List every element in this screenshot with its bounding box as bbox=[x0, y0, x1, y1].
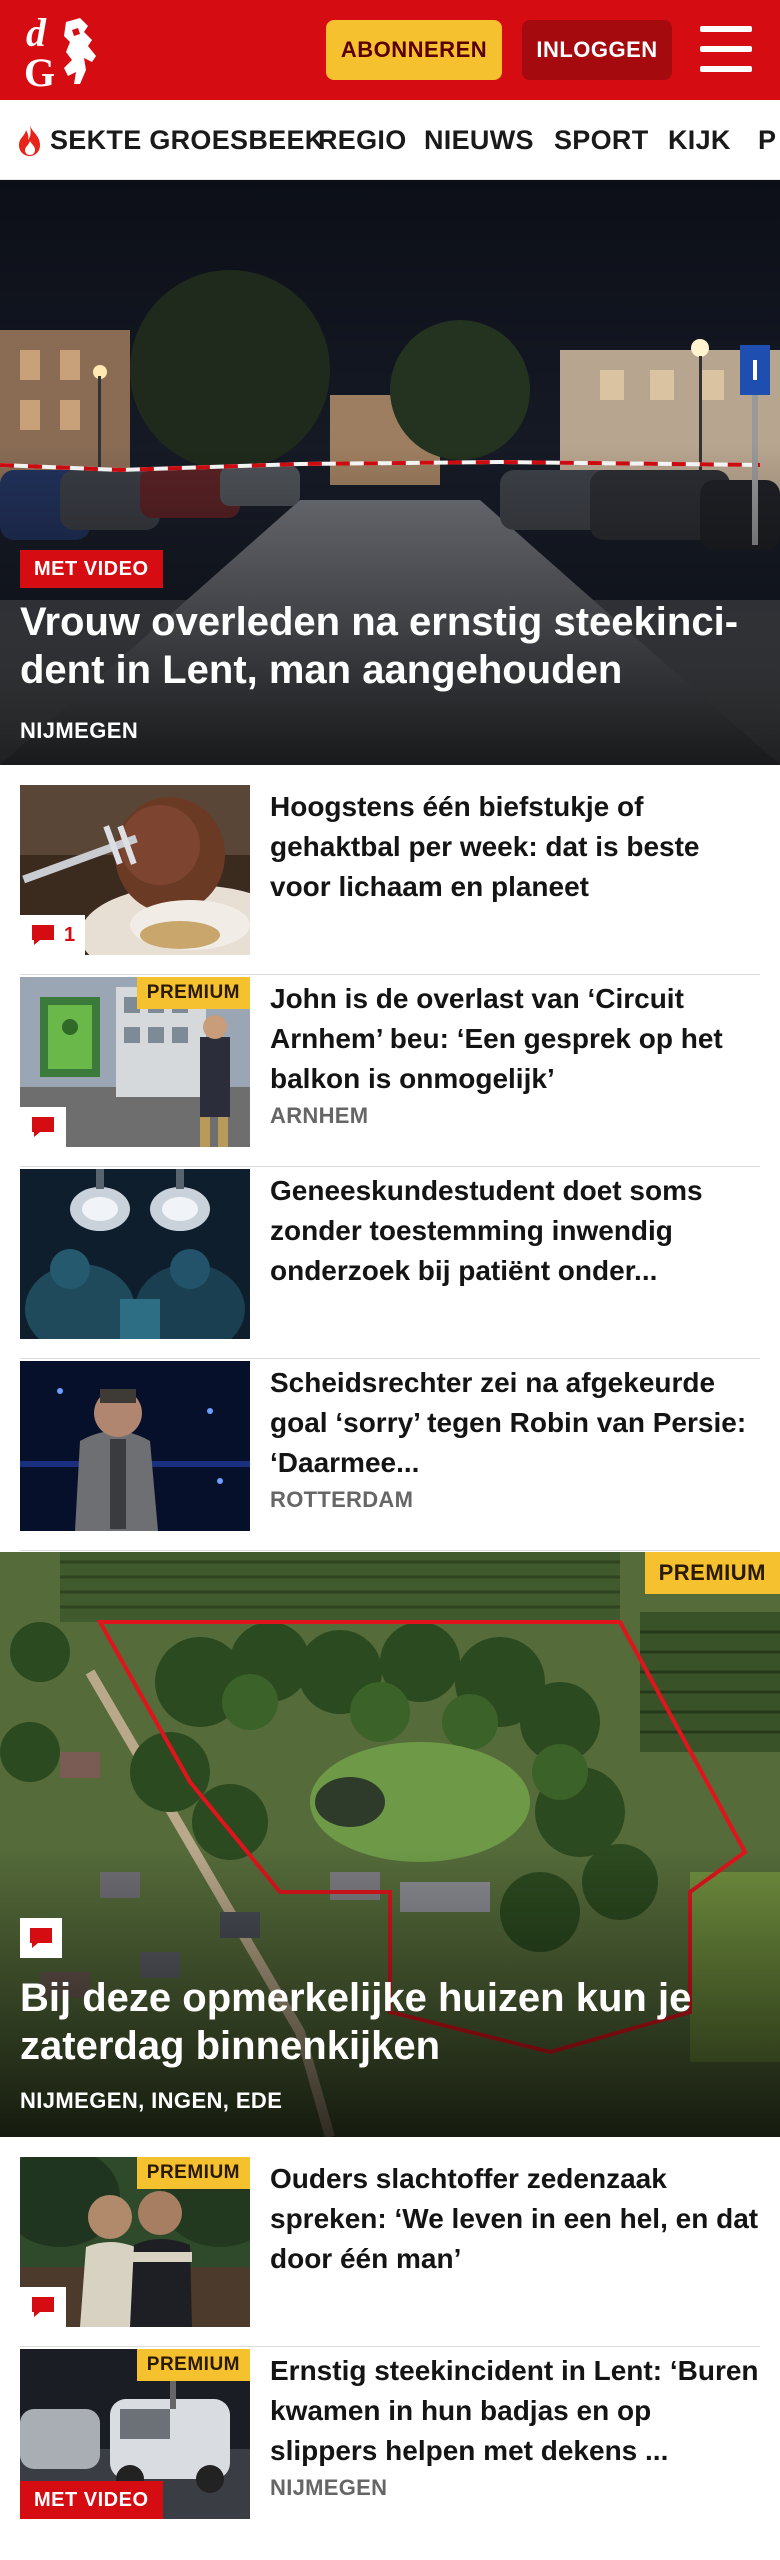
flame-icon bbox=[19, 125, 40, 156]
premium-badge: PREMIUM bbox=[136, 2349, 250, 2381]
nav-label: SEKTE GROESBEEK bbox=[50, 124, 325, 155]
article-thumbnail bbox=[20, 1361, 250, 1531]
subscribe-button[interactable]: ABONNEREN bbox=[326, 20, 502, 80]
article-thumbnail: PREMIUM bbox=[20, 2157, 250, 2327]
article-item[interactable]: 1 Hoogstens één biefstukje of gehaktbal … bbox=[20, 785, 760, 975]
feature-title[interactable]: Bij deze opmerkelijke huizen kun je zate… bbox=[20, 1974, 760, 2070]
comment-count: 1 bbox=[64, 923, 76, 946]
article-title[interactable]: Hoogstens één biefstukje of gehaktbal pe… bbox=[270, 787, 760, 907]
comment-icon bbox=[30, 1928, 52, 1948]
video-badge: MET VIDEO bbox=[20, 550, 163, 588]
article-title[interactable]: Ernstig steekincident in Lent: ‘Buren kw… bbox=[270, 2351, 760, 2471]
article-title[interactable]: John is de overlast van ‘Circuit Arnhem’… bbox=[270, 979, 760, 1099]
comment-count-tag[interactable] bbox=[20, 2287, 66, 2327]
comment-icon bbox=[32, 925, 54, 945]
article-thumbnail: 1 bbox=[20, 785, 250, 955]
article-item[interactable]: Geneeskundestudent doet soms zonder toes… bbox=[20, 1169, 760, 1359]
article-item[interactable]: PREMIUM Ouders slachtoffer zedenzaak spr… bbox=[20, 2157, 760, 2347]
article-thumbnail: PREMIUM MET VIDEO bbox=[20, 2349, 250, 2519]
article-title[interactable]: Scheidsrechter zei na afgekeurde goal ‘s… bbox=[270, 1363, 760, 1483]
article-item[interactable]: PREMIUM John is de overlast van ‘Circuit… bbox=[20, 977, 760, 1167]
site-header: d G ABONNEREN INLOGGEN bbox=[0, 0, 780, 100]
nav-item-sport[interactable]: SPORT bbox=[554, 100, 649, 179]
article-item[interactable]: PREMIUM MET VIDEO Ernstig steekincident … bbox=[20, 2349, 760, 2539]
article-title[interactable]: Geneeskundestudent doet soms zonder toes… bbox=[270, 1171, 760, 1291]
article-thumbnail: PREMIUM bbox=[20, 977, 250, 1147]
hero-article[interactable]: MET VIDEO Vrouw overleden na ernstig ste… bbox=[0, 180, 780, 765]
video-badge: MET VIDEO bbox=[20, 2481, 163, 2519]
nav-label: REGIO bbox=[318, 124, 407, 155]
nav-item-partial[interactable]: P bbox=[758, 100, 777, 179]
nav-item-kijk[interactable]: KIJK bbox=[668, 100, 731, 179]
feature-article[interactable]: PREMIUM Bij deze opmerkelijke huizen kun… bbox=[0, 1552, 780, 2137]
logo-dg-icon[interactable]: d G bbox=[22, 12, 112, 90]
premium-badge: PREMIUM bbox=[136, 2157, 250, 2189]
nav-label: NIEUWS bbox=[424, 124, 534, 155]
article-location: ROTTERDAM bbox=[270, 1487, 414, 1512]
premium-badge: PREMIUM bbox=[136, 977, 250, 1009]
login-button[interactable]: INLOGGEN bbox=[522, 20, 672, 80]
hamburger-menu-icon[interactable] bbox=[700, 26, 752, 72]
hero-title[interactable]: Vrouw overleden na ernstig steekinci­den… bbox=[20, 598, 760, 694]
article-title[interactable]: Ouders slachtoffer zedenzaak spreken: ‘W… bbox=[270, 2159, 760, 2279]
hero-location: NIJMEGEN bbox=[20, 718, 139, 743]
nav-item-regio[interactable]: REGIO bbox=[318, 100, 407, 179]
premium-badge: PREMIUM bbox=[644, 1552, 780, 1594]
article-item[interactable]: Scheidsrechter zei na afgekeurde goal ‘s… bbox=[20, 1361, 760, 1551]
comment-count-tag[interactable] bbox=[20, 1918, 62, 1958]
nav-label: KIJK bbox=[668, 124, 731, 155]
article-location: ARNHEM bbox=[270, 1103, 369, 1128]
comment-count-tag[interactable] bbox=[20, 1107, 66, 1147]
nav-item-nieuws[interactable]: NIEUWS bbox=[424, 100, 534, 179]
svg-text:G: G bbox=[24, 50, 55, 90]
article-location: NIJMEGEN bbox=[270, 2475, 388, 2500]
nav-label: SPORT bbox=[554, 124, 649, 155]
section-nav: SEKTE GROESBEEK REGIO NIEUWS SPORT KIJK … bbox=[0, 100, 780, 180]
feature-location: NIJMEGEN, INGEN, EDE bbox=[20, 2088, 283, 2113]
svg-text:d: d bbox=[26, 12, 47, 55]
comment-icon bbox=[32, 2297, 54, 2317]
comment-count-tag[interactable]: 1 bbox=[20, 915, 86, 955]
article-thumbnail bbox=[20, 1169, 250, 1339]
nav-label: P bbox=[758, 124, 777, 155]
nav-item-sekte-groesbeek[interactable]: SEKTE GROESBEEK bbox=[16, 100, 325, 179]
comment-icon bbox=[32, 1117, 54, 1137]
